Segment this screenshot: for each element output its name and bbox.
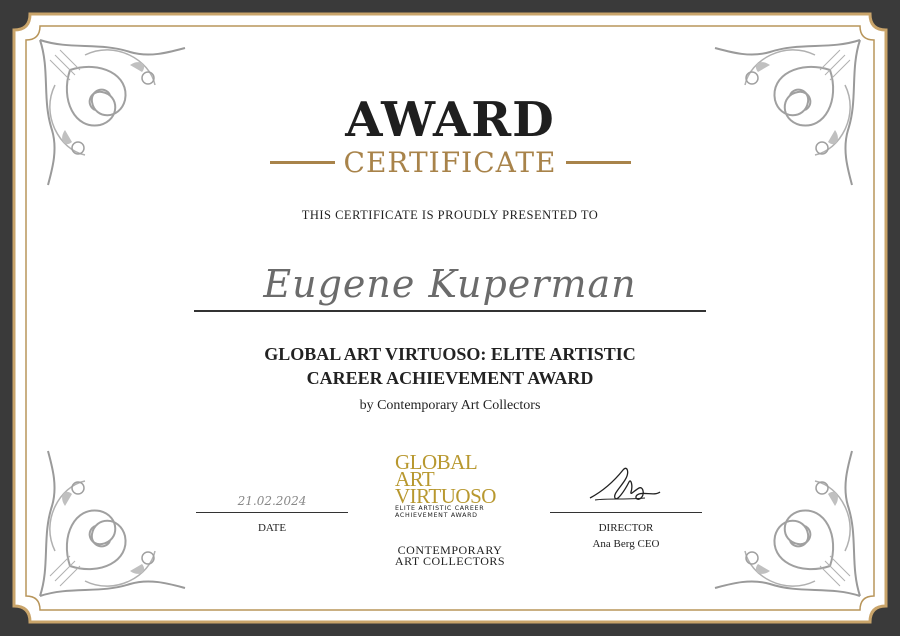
date-label: DATE	[257, 522, 287, 534]
award-logo: GLOBAL ART VIRTUOSO	[395, 452, 496, 508]
director-name: Ana Berg CEO	[592, 538, 660, 550]
presented-to-text: THIS CERTIFICATE IS PROUDLY PRESENTED TO	[301, 208, 599, 222]
certificate-title: AWARD	[345, 92, 555, 148]
subtitle-rule-right	[566, 161, 631, 164]
award-title-line-2: CAREER ACHIEVEMENT AWARD	[306, 368, 594, 388]
name-underline	[194, 310, 706, 312]
organization-line-2: ART COLLECTORS	[394, 554, 506, 568]
director-line	[550, 512, 702, 513]
date-value: 21.02.2024	[237, 494, 307, 508]
organization-name: CONTEMPORARY ART COLLECTORS	[370, 544, 530, 568]
date-line	[196, 512, 348, 513]
award-title: GLOBAL ART VIRTUOSO: ELITE ARTISTIC CARE…	[150, 342, 750, 390]
director-signature	[589, 467, 661, 501]
director-label: DIRECTOR	[598, 522, 654, 534]
certificate-subtitle: CERTIFICATE	[343, 146, 557, 179]
logo-sub-line-2: ACHIEVEMENT AWARD	[395, 512, 478, 519]
presented-by-text: by Contemporary Art Collectors	[359, 398, 541, 413]
logo-line-3: VIRTUOSO	[395, 484, 496, 508]
award-title-line-1: GLOBAL ART VIRTUOSO: ELITE ARTISTIC	[264, 344, 636, 364]
recipient-name: Eugene Kuperman	[263, 262, 637, 306]
logo-subtitle: ELITE ARTISTIC CAREER ACHIEVEMENT AWARD	[395, 505, 484, 519]
logo-sub-line-1: ELITE ARTISTIC CAREER	[395, 505, 485, 512]
